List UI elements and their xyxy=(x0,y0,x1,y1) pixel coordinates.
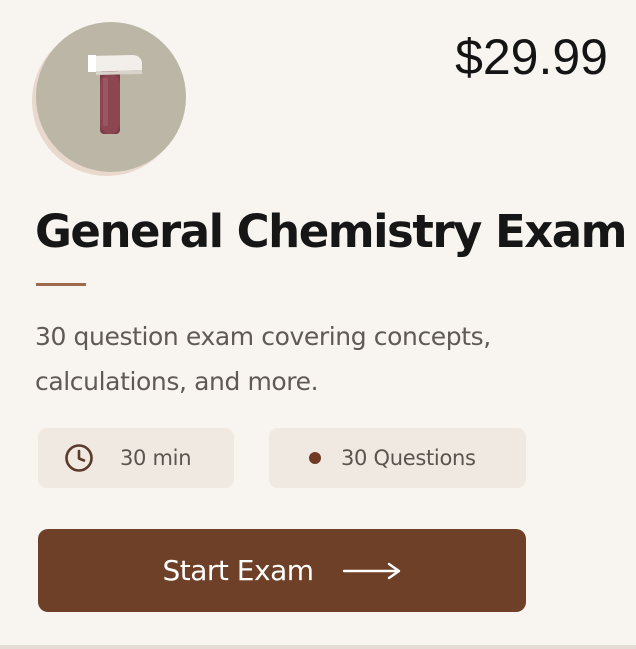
exam-description: 30 question exam covering concepts, calc… xyxy=(35,322,491,396)
start-exam-label: Start Exam xyxy=(162,554,315,587)
card-bottom-border xyxy=(0,645,636,649)
exam-title: General Chemistry Exam xyxy=(35,205,628,258)
questions-label: 30 Questions xyxy=(341,446,476,470)
arrow-right-icon xyxy=(342,562,400,579)
hammer-test-tube-icon xyxy=(88,55,142,134)
dot-icon xyxy=(309,452,321,464)
exam-card: $29.99 General Chemistry Exam 30 questio… xyxy=(0,0,636,649)
title-divider xyxy=(36,283,86,286)
duration-label: 30 min xyxy=(120,446,192,470)
questions-badge: 30 Questions xyxy=(269,428,526,488)
start-exam-button[interactable]: Start Exam xyxy=(38,529,526,612)
price-label: $29.99 xyxy=(455,29,608,85)
duration-badge: 30 min xyxy=(38,428,234,488)
clock-icon xyxy=(65,444,93,472)
exam-avatar xyxy=(36,22,186,172)
